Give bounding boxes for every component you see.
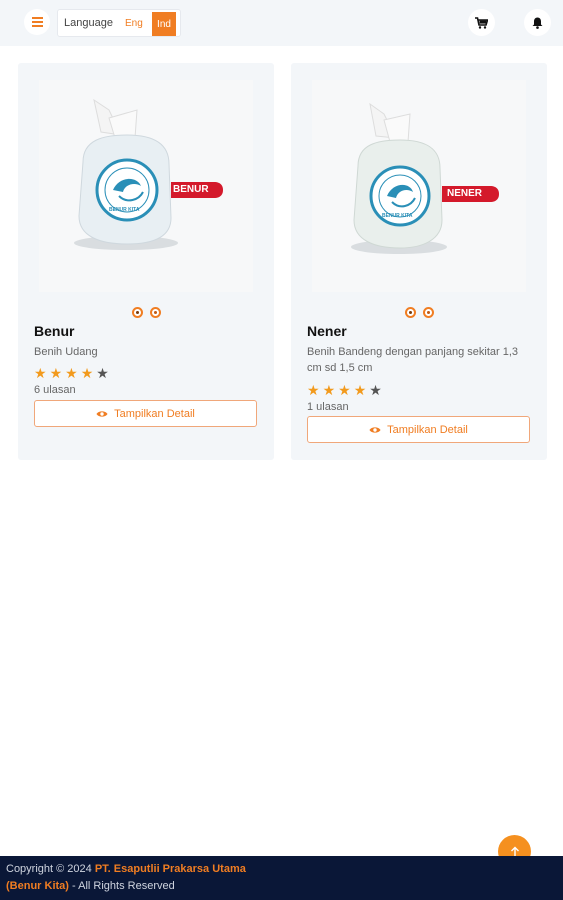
rating-stars: ★ ★ ★ ★ ★ xyxy=(34,366,109,380)
company-link[interactable]: PT. Esaputlii Prakarsa Utama xyxy=(95,863,246,875)
review-count: 1 ulasan xyxy=(307,401,349,413)
language-switcher: Language Eng Ind xyxy=(57,9,181,37)
product-image[interactable]: BENUR BENUR KITA xyxy=(39,80,253,292)
show-detail-button[interactable]: Tampilkan Detail xyxy=(34,400,257,427)
carousel-dot[interactable] xyxy=(404,307,416,318)
product-bag-illustration xyxy=(74,98,223,250)
star-filled-icon: ★ xyxy=(353,382,367,398)
copyright-text: Copyright © 2024 xyxy=(6,863,95,875)
top-bar: Language Eng Ind xyxy=(0,0,563,46)
notification-button[interactable] xyxy=(524,9,551,36)
star-filled-icon: ★ xyxy=(322,382,336,398)
carousel-dot[interactable] xyxy=(422,307,434,318)
star-filled-icon: ★ xyxy=(338,382,351,398)
product-bag-illustration xyxy=(351,102,499,254)
lang-option-ind[interactable]: Ind xyxy=(152,12,176,36)
carousel-dot[interactable] xyxy=(131,307,143,318)
rights-text: - All Rights Reserved xyxy=(68,880,175,892)
language-label: Language xyxy=(64,17,113,29)
product-image[interactable]: NENER BENUR KITA xyxy=(312,80,526,292)
bell-icon xyxy=(532,17,543,29)
product-description: Benih Udang xyxy=(34,346,98,358)
product-card: BENUR BENUR KITA Benur Benih Udang ★ ★ ★… xyxy=(18,63,274,460)
rating-stars: ★ ★ ★ ★ ★ xyxy=(307,383,382,397)
show-detail-label: Tampilkan Detail xyxy=(387,423,468,436)
bag-label: BENUR KITA xyxy=(109,207,140,213)
lang-option-eng[interactable]: Eng xyxy=(125,18,143,29)
menu-button[interactable] xyxy=(24,9,50,35)
show-detail-label: Tampilkan Detail xyxy=(114,407,195,420)
carousel-dot[interactable] xyxy=(149,307,161,318)
star-filled-icon: ★ xyxy=(49,365,63,381)
review-count: 6 ulasan xyxy=(34,384,76,396)
eye-icon xyxy=(96,410,108,417)
star-filled-icon: ★ xyxy=(307,382,320,398)
eye-icon xyxy=(369,426,381,433)
brand-link[interactable]: (Benur Kita) xyxy=(6,880,69,892)
star-filled-icon: ★ xyxy=(34,365,47,381)
product-tag: NENER xyxy=(447,188,483,199)
star-empty-icon: ★ xyxy=(369,382,382,398)
product-name[interactable]: Nener xyxy=(307,323,347,339)
product-name[interactable]: Benur xyxy=(34,323,74,339)
star-filled-icon: ★ xyxy=(65,365,78,381)
product-card: NENER BENUR KITA Nener Benih Bandeng den… xyxy=(291,63,547,460)
product-description: Benih Bandeng dengan panjang sekitar 1,3… xyxy=(307,346,519,374)
bag-label: BENUR KITA xyxy=(382,213,413,219)
show-detail-button[interactable]: Tampilkan Detail xyxy=(307,416,530,443)
footer: Copyright © 2024 PT. Esaputlii Prakarsa … xyxy=(0,856,563,900)
hamburger-icon xyxy=(31,17,43,27)
image-carousel-dots xyxy=(18,307,274,318)
cart-button[interactable] xyxy=(468,9,495,36)
star-filled-icon: ★ xyxy=(80,365,94,381)
star-empty-icon: ★ xyxy=(96,365,109,381)
product-tag: BENUR xyxy=(173,184,209,195)
cart-icon xyxy=(475,16,488,29)
image-carousel-dots xyxy=(291,307,547,318)
